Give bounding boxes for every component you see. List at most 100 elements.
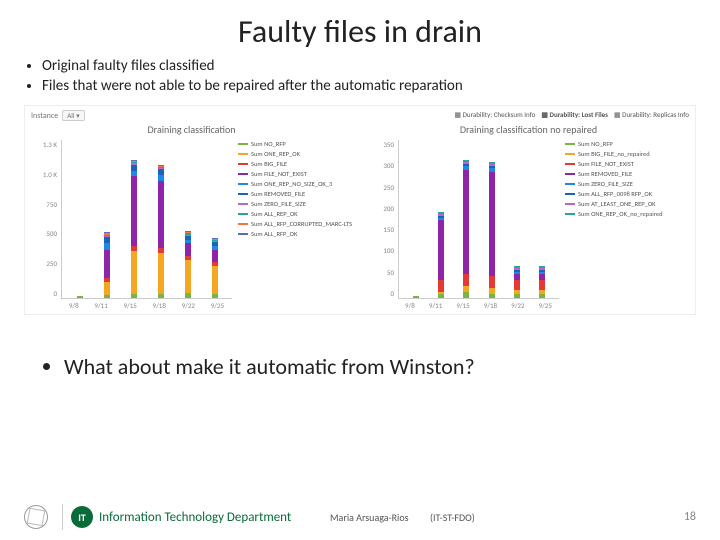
axis-tick: 9/11	[94, 301, 107, 310]
bar-segment	[185, 243, 191, 256]
panel-tab[interactable]: ▦ Durability: Replicas Info	[614, 110, 689, 121]
legend-label: Sum ZERO_FILE_SIZE	[578, 180, 633, 188]
question-bullet: What about make it automatic from Winsto…	[64, 353, 696, 380]
bar-segment	[489, 294, 495, 298]
axis-tick: 9/22	[511, 301, 524, 310]
legend-item: Sum ALL_REP_OK	[238, 210, 352, 218]
legend-swatch-icon	[565, 193, 575, 195]
bar-segment	[438, 220, 444, 280]
bar-segment	[77, 296, 83, 298]
slide-title: Faulty files in drain	[24, 12, 696, 51]
legend-swatch-icon	[565, 203, 575, 205]
instance-dropdown[interactable]: All ▾	[62, 110, 84, 121]
bar-segment	[131, 251, 137, 294]
legend-swatch-icon	[238, 173, 248, 175]
legend-item: Sum ZERO_FILE_SIZE	[565, 180, 689, 188]
legend-label: Sum ALL_RFP_OK	[251, 230, 297, 238]
legend-label: Sum ALL_RFP_CORRUPTED_MARC-LTS_NOT_SITE	[251, 220, 352, 228]
axis-tick: 9/18	[153, 301, 166, 310]
bar-column	[489, 162, 495, 298]
legend-label: Sum NO_RFP	[251, 140, 286, 148]
legend-item: Sum ALL_RFP_CORRUPTED_MARC-LTS_NOT_SITE	[238, 220, 352, 228]
axis-tick: 0	[368, 289, 394, 298]
axis-tick: 250	[31, 259, 57, 268]
instance-filter: Instance All ▾	[31, 110, 352, 121]
bullet-list: Original faulty files classified Files t…	[42, 57, 696, 95]
cern-logo-icon	[24, 505, 48, 529]
legend-item: Sum ONE_REP_OK_no_repaired	[565, 210, 689, 218]
legend-label: Sum ONE_REP_OK_no_repaired	[578, 210, 663, 218]
bar-segment	[463, 170, 469, 274]
bar-column	[212, 238, 218, 298]
it-badge-icon: IT	[71, 506, 93, 528]
legend-left: Sum NO_RFPSum ONE_REP_OKSum BIG_FILESum …	[232, 140, 352, 310]
bullet-item: Original faulty files classified	[42, 57, 696, 75]
axis-tick: 350	[368, 140, 394, 149]
chart-title-left: Draining classification	[31, 123, 352, 136]
legend-label: Sum BIG_FILE_no_repaired	[578, 150, 650, 158]
bars-right[interactable]	[398, 140, 559, 299]
axis-tick: 9/15	[123, 301, 136, 310]
legend-item: Sum ALL_RFP_0098 RFP_OK	[565, 190, 689, 198]
bar-segment	[104, 250, 110, 278]
legend-label: Sum ALL_RFP_0098 RFP_OK	[578, 190, 652, 198]
legend-label: Sum BIG_FILE	[251, 160, 287, 168]
legend-item: Sum ONE_REP_NO_SIZE_OK_3	[238, 180, 352, 188]
charts-row: Instance All ▾ Draining classification 1…	[24, 105, 696, 315]
legend-swatch-icon	[565, 153, 575, 155]
legend-label: Sum FILE_NOT_EXIST	[251, 170, 307, 178]
y-axis-right: 350300250200150100500	[368, 140, 398, 310]
legend-item: Sum BIG_FILE	[238, 160, 352, 168]
plot-area-left: 1.3 K1.0 K7505002500 9/89/119/159/189/22…	[31, 140, 352, 310]
legend-label: Sum AT_LEAST_ONE_REP_OK	[578, 200, 656, 208]
bar-column	[158, 165, 164, 298]
bar-segment	[514, 294, 520, 298]
page-number: 18	[684, 510, 696, 524]
chart-title-right: Draining classification no repaired	[368, 123, 689, 136]
bar-segment	[158, 294, 164, 298]
legend-label: Sum ALL_REP_OK	[251, 210, 298, 218]
axis-tick: 750	[31, 200, 57, 209]
axis-tick: 150	[368, 225, 394, 234]
bar-column	[185, 231, 191, 298]
bar-segment	[514, 280, 520, 290]
dept-name: Information Technology Department	[99, 510, 291, 525]
question-list: What about make it automatic from Winsto…	[24, 353, 696, 380]
axis-tick: 300	[368, 161, 394, 170]
legend-swatch-icon	[565, 213, 575, 215]
plot-area-right: 350300250200150100500 9/89/119/159/189/2…	[368, 140, 689, 310]
legend-label: Sum ZERO_FILE_SIZE	[251, 200, 306, 208]
axis-tick: 9/25	[211, 301, 224, 310]
legend-swatch-icon	[238, 143, 248, 145]
legend-swatch-icon	[238, 223, 248, 225]
axis-tick: 250	[368, 183, 394, 192]
bar-segment	[463, 292, 469, 298]
bar-segment	[212, 294, 218, 298]
panel-tab[interactable]: ▦ Durability: Lost Files	[541, 110, 608, 121]
legend-item: Sum AT_LEAST_ONE_REP_OK	[565, 200, 689, 208]
bar-segment	[185, 293, 191, 298]
bar-segment	[539, 294, 545, 298]
axis-tick: 9/25	[539, 301, 552, 310]
x-axis-left: 9/89/119/159/189/229/25	[61, 301, 232, 310]
axis-tick: 9/8	[405, 301, 415, 310]
axis-tick: 100	[368, 246, 394, 255]
axis-tick: 9/15	[456, 301, 469, 310]
bar-segment	[539, 280, 545, 290]
bar-segment	[104, 295, 110, 298]
legend-label: Sum FILE_NOT_EXIST	[578, 160, 634, 168]
x-axis-right: 9/89/119/159/189/229/25	[398, 301, 559, 310]
axis-tick: 500	[31, 229, 57, 238]
bar-column	[539, 266, 545, 298]
bar-segment	[463, 274, 469, 286]
panel-tab[interactable]: ▦ Durability: Checksum Info	[454, 110, 535, 121]
bullet-item: Files that were not able to be repaired …	[42, 77, 696, 95]
axis-tick: 9/8	[69, 301, 79, 310]
legend-swatch-icon	[238, 203, 248, 205]
legend-item: Sum NO_RFP	[238, 140, 352, 148]
bar-segment	[131, 176, 137, 246]
bar-segment	[104, 282, 110, 295]
bars-left[interactable]	[61, 140, 232, 299]
axis-tick: 200	[368, 204, 394, 213]
slide: Faulty files in drain Original faulty fi…	[0, 0, 720, 540]
